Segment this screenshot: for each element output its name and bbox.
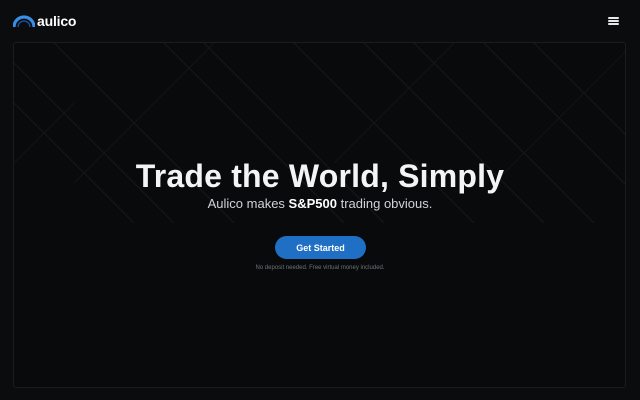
- get-started-button[interactable]: Get Started: [275, 236, 366, 259]
- hamburger-icon[interactable]: [608, 15, 622, 27]
- menu-line: [608, 17, 619, 19]
- arc-icon: [13, 15, 35, 27]
- menu-line: [608, 23, 619, 25]
- background-pattern: [14, 43, 625, 224]
- logo[interactable]: aulico: [13, 13, 76, 29]
- site-header: aulico: [0, 0, 640, 42]
- hero-section: [13, 42, 626, 388]
- logo-text: aulico: [37, 13, 77, 29]
- landing-page: aulico Trade the World, Simply Aulico ma…: [0, 0, 640, 400]
- menu-line: [608, 20, 619, 22]
